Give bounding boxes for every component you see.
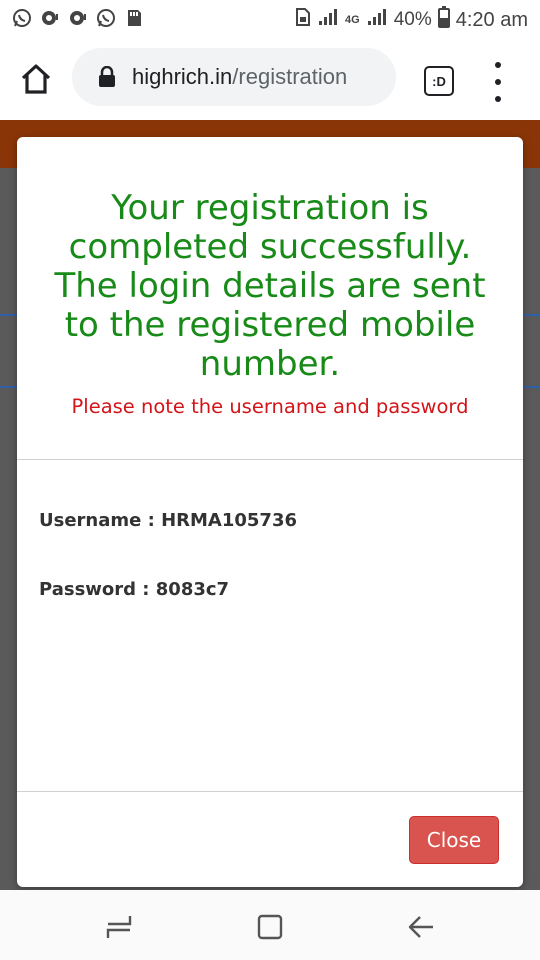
battery-icon (437, 6, 450, 34)
notification-icons (12, 8, 144, 28)
password-value: 8083c7 (155, 579, 230, 600)
whatsapp-icon (96, 8, 116, 28)
more-options-icon[interactable] (490, 62, 506, 102)
address-bar[interactable]: highrich.in/registration (72, 48, 396, 106)
dialog-header: Your registration is completed successfu… (17, 137, 523, 460)
username-row: Username : HRMA105736 (39, 510, 297, 531)
url-host: highrich.in (132, 64, 233, 89)
recent-apps-icon[interactable] (104, 912, 134, 942)
url-text: highrich.in/registration (132, 64, 347, 90)
browser-toolbar: highrich.in/registration :D (0, 36, 540, 120)
navigation-bar (0, 890, 540, 960)
password-label: Password : (39, 579, 156, 600)
lock-icon (98, 65, 116, 88)
home-button-icon[interactable] (255, 912, 285, 942)
whatsapp-icon (12, 8, 32, 28)
status-bar: 4G 40% 4:20 am (0, 0, 540, 36)
registration-success-dialog: Your registration is completed successfu… (17, 137, 523, 887)
system-status: 4G 40% 4:20 am (295, 6, 528, 34)
username-label: Username : (39, 510, 162, 531)
dialog-footer: Close (17, 791, 523, 887)
dialog-body: Username : HRMA105736 Password : 8083c7 (17, 460, 523, 791)
tab-switcher-button[interactable]: :D (424, 66, 454, 96)
home-icon[interactable] (18, 61, 54, 97)
username-value: HRMA105736 (161, 510, 297, 531)
clock: 4:20 am (455, 8, 528, 31)
signal-icon (366, 7, 388, 33)
chat-bubble-icon (40, 8, 60, 28)
note-text: Please note the username and password (71, 395, 469, 418)
password-row: Password : 8083c7 (39, 579, 229, 600)
success-message: Your registration is completed successfu… (54, 188, 486, 384)
network-type: 4G (345, 14, 360, 26)
battery-percent: 40% (393, 9, 432, 30)
sd-card-icon (124, 8, 144, 28)
sim-icon (295, 7, 311, 33)
back-icon[interactable] (406, 912, 436, 942)
url-path: /registration (232, 64, 348, 89)
signal-icon (317, 7, 339, 33)
close-button[interactable]: Close (409, 816, 499, 864)
chat-bubble-icon (68, 8, 88, 28)
